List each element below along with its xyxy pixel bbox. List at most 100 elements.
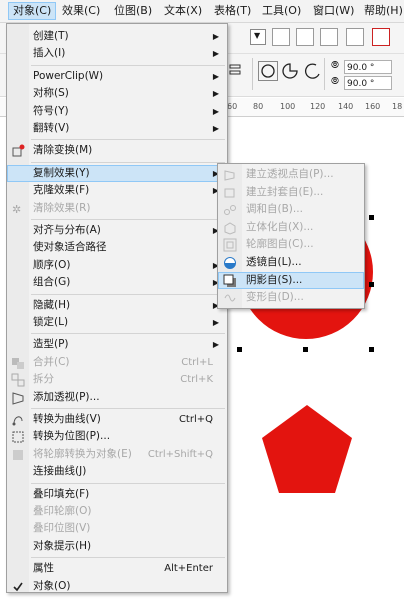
menu-item-label: 叠印位图(V) [33, 522, 91, 535]
ruler-tick: 60 [227, 102, 238, 111]
clear-transform-icon [11, 144, 25, 158]
object-menu-item-15[interactable]: 使对象适合路径 [7, 239, 227, 256]
menubar-table[interactable]: 表格(T) [210, 3, 255, 19]
object-menu-item-34: 叠印位图(V) [7, 520, 227, 537]
menu-shortcut: Ctrl+K [180, 374, 213, 386]
copy-effect-lens-from[interactable]: 透镜自(L)... [218, 254, 364, 272]
check-icon [11, 580, 25, 594]
menu-item-label: 叠印填充(F) [33, 487, 90, 500]
menu-item-label: 连接曲线(J) [33, 465, 87, 478]
object-menu-item-1[interactable]: 插入(I) ▶ [7, 45, 227, 62]
selection-handle[interactable] [369, 347, 374, 352]
object-menu-item-16[interactable]: 顺序(O) ▶ [7, 257, 227, 274]
snap-icon[interactable] [346, 28, 364, 46]
menu-item-label: 将轮廓转换为对象(E) [33, 447, 132, 460]
menubar-text[interactable]: 文本(X) [160, 3, 206, 19]
ruler-tick: 18 [392, 102, 403, 111]
menubar-bitmaps[interactable]: 位图(B) [110, 3, 156, 19]
object-menu-perspective[interactable]: 添加透视(P)... [7, 389, 227, 406]
menu-item-label: 对象(O) [33, 579, 71, 592]
contour-from-icon [223, 238, 237, 252]
object-menu-item-0[interactable]: 创建(T) ▶ [7, 28, 227, 45]
menu-item-label: 透镜自(L)... [246, 256, 302, 268]
fullscreen-icon[interactable] [272, 28, 290, 46]
submenu-arrow-icon: ▶ [212, 318, 219, 327]
menu-shortcut: Ctrl+L [181, 356, 213, 368]
convert-curves-icon [11, 413, 25, 427]
object-menu-item-10[interactable]: 复制效果(Y) ▶ [7, 164, 227, 183]
menubar-object[interactable]: 对象(C) [8, 2, 57, 20]
menubar-tools[interactable]: 工具(O) [258, 3, 305, 19]
object-menu-item-5[interactable]: 符号(Y) ▶ [7, 103, 227, 120]
menu-item-label: 变形自(D)... [246, 291, 304, 304]
menu-item-label: 锁定(L) [33, 316, 69, 328]
object-menu-check[interactable]: 对象(O) [7, 578, 227, 595]
end-angle-field[interactable]: 90.0 ° [344, 76, 392, 90]
object-menu-item-4[interactable]: 对称(S) ▶ [7, 85, 227, 102]
menu-item-label: 建立透视点自(P)... [246, 168, 334, 180]
arc-mode-icon[interactable] [302, 61, 322, 81]
menu-item-label: 对齐与分布(A) [33, 224, 101, 236]
menu-item-label: 复制效果(Y) [33, 166, 90, 179]
arc-tool-icon[interactable] [228, 62, 244, 80]
menu-item-label: 创建(T) [33, 30, 69, 42]
object-menu-item-35[interactable]: 对象提示(H) [7, 538, 227, 555]
selection-handle[interactable] [369, 282, 374, 287]
object-menu-combine: 合并(C) Ctrl+L [7, 354, 227, 371]
object-menu-item-22[interactable]: 造型(P) ▶ [7, 336, 227, 353]
selection-handle[interactable] [303, 347, 308, 352]
object-menu-item-6[interactable]: 翻转(V) ▶ [7, 120, 227, 137]
object-menu-item-11[interactable]: 克隆效果(F) ▶ [7, 182, 227, 199]
object-menu-item-17[interactable]: 组合(G) ▶ [7, 274, 227, 291]
copy-effect-extrude-from: 立体化自(X)... [218, 219, 364, 237]
menu-item-label: 转换为位图(P)... [33, 430, 111, 443]
object-menu-item-30[interactable]: 连接曲线(J) [7, 463, 227, 480]
ellipse-mode-icon[interactable] [258, 61, 278, 81]
menu-separator [31, 333, 225, 335]
object-menu-item-20[interactable]: 锁定(L) ▶ [7, 314, 227, 331]
perspective-icon [11, 391, 25, 405]
menu-item-label: 属性 [33, 562, 54, 575]
copy-effect-blend-from: 调和自(B)... [218, 201, 364, 219]
object-menu-item-3[interactable]: PowerClip(W) ▶ [7, 68, 227, 85]
menu-item-label: 合并(C) [33, 355, 70, 368]
menu-separator [31, 139, 225, 141]
zoom-dropdown[interactable]: ▼ [250, 29, 266, 45]
ruler-tick: 80 [253, 102, 264, 111]
pie-mode-icon[interactable] [280, 61, 300, 81]
menu-bar: 对象(C) 效果(C) 位图(B) 文本(X) 表格(T) 工具(O) 窗口(W… [0, 0, 404, 23]
object-menu-convert-curves[interactable]: 转换为曲线(V) Ctrl+Q [7, 411, 227, 428]
object-menu-item-32[interactable]: 叠印填充(F) [7, 486, 227, 503]
menu-separator [31, 293, 225, 295]
rulers-icon[interactable] [296, 28, 314, 46]
object-menu-item-14[interactable]: 对齐与分布(A) ▶ [7, 222, 227, 239]
menu-item-label: 轮廓图自(C)... [246, 238, 314, 251]
selection-handle[interactable] [369, 215, 374, 220]
end-angle-icon: ⦾ [331, 76, 339, 87]
convert-bitmap-icon [11, 430, 25, 444]
menu-item-label: 顺序(O) [33, 258, 71, 271]
submenu-arrow-icon: ▶ [212, 32, 219, 41]
launch-icon[interactable] [372, 28, 390, 46]
selection-handle[interactable] [237, 347, 242, 352]
menu-item-label: 组合(G) [33, 276, 71, 289]
menubar-help[interactable]: 帮助(H) [360, 3, 404, 19]
object-menu-convert-bitmap[interactable]: 转换为位图(P)... [7, 428, 227, 445]
copy-effect-shadow-from[interactable]: 阴影自(S)... [218, 271, 364, 290]
copy-effect-envelope-from: 建立封套自(E)... [218, 184, 364, 202]
grid-icon[interactable] [320, 28, 338, 46]
start-angle-field[interactable]: 90.0 ° [344, 60, 392, 74]
shadow-from-icon [223, 274, 237, 288]
object-menu-clear-transform[interactable]: 清除变换(M) [7, 142, 227, 159]
red-pentagon[interactable] [262, 405, 352, 493]
ruler-tick: 100 [280, 102, 296, 111]
clear-effect-icon: ✲ [11, 202, 25, 216]
object-menu-clear-effect: ✲ 清除效果(R) [7, 200, 227, 217]
submenu-arrow-icon: ▶ [212, 124, 219, 133]
menubar-window[interactable]: 窗口(W) [309, 3, 358, 19]
menubar-effects[interactable]: 效果(C) [58, 3, 104, 19]
menu-item-label: PowerClip(W) [33, 69, 104, 82]
object-menu-item-37[interactable]: 属性 Alt+Enter [7, 560, 227, 577]
submenu-arrow-icon: ▶ [212, 49, 219, 59]
object-menu-item-19[interactable]: 隐藏(H) ▶ [7, 297, 227, 314]
